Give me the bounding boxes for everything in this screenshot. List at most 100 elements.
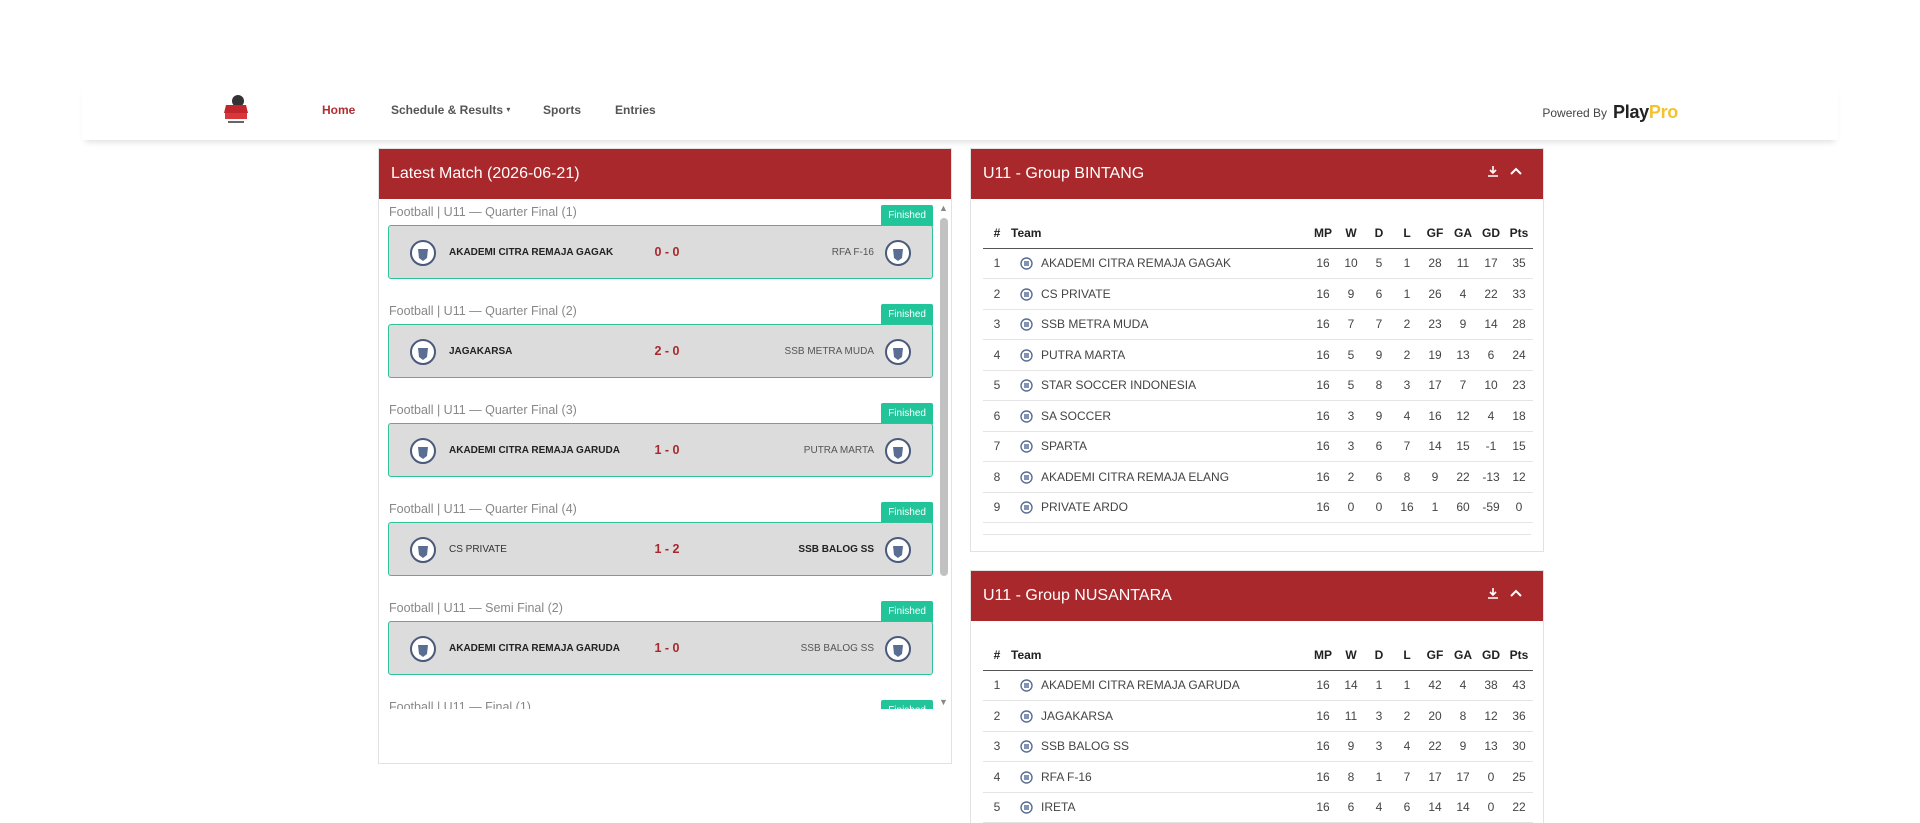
cell-w: 3 [1337, 400, 1365, 432]
table-row[interactable]: 6 SA SOCCER 16 3 9 4 16 12 4 18 [983, 400, 1533, 432]
cell-gd: 12 [1477, 700, 1505, 732]
download-icon[interactable] [1487, 165, 1499, 177]
table-row[interactable]: 2 CS PRIVATE 16 9 6 1 26 4 22 33 [983, 278, 1533, 310]
table-row[interactable]: 5 STAR SOCCER INDONESIA 16 5 8 3 17 7 10 23 [983, 370, 1533, 401]
scroll-thumb[interactable] [940, 218, 948, 576]
column-header-d[interactable]: D [1365, 218, 1393, 249]
cell-d: 0 [1365, 492, 1393, 523]
cell-d: 6 [1365, 461, 1393, 493]
match-score: 0 - 0 [654, 245, 680, 259]
home-team-logo [410, 339, 436, 365]
column-header-gd[interactable]: GD [1477, 640, 1505, 671]
match-list-scrollbar[interactable]: ▲ ▼ [937, 203, 949, 708]
table-row[interactable]: 9 PRIVATE ARDO 16 0 0 16 1 60 -59 0 [983, 492, 1533, 523]
column-header-ga[interactable]: GA [1449, 218, 1477, 249]
column-header-pts[interactable]: Pts [1505, 640, 1533, 671]
scroll-up-icon[interactable]: ▲ [939, 203, 948, 213]
nav-schedule-results[interactable]: Schedule & Results ▾ [391, 103, 510, 117]
column-header-ga[interactable]: GA [1449, 640, 1477, 671]
group-title: U11 - Group BINTANG [983, 165, 1145, 182]
match-item[interactable]: Football | U11 — Quarter Final (2) Finish… [388, 298, 933, 378]
scroll-down-icon[interactable]: ▼ [939, 697, 948, 707]
match-list[interactable]: Football | U11 — Quarter Final (1) Finish… [379, 199, 953, 709]
match-card[interactable]: AKADEMI CITRA REMAJA GARUDA 1 - 0 PUTRA MA… [388, 423, 933, 477]
match-item[interactable]: Football | U11 — Final (1) Finished [388, 694, 933, 709]
nav-entries[interactable]: Entries [615, 103, 656, 117]
cell-gf: 9 [1421, 461, 1449, 493]
team-name: IRETA [1041, 792, 1309, 823]
column-header-d[interactable]: D [1365, 640, 1393, 671]
cell-pts: 24 [1505, 339, 1533, 371]
column-header-l[interactable]: L [1393, 640, 1421, 671]
table-row[interactable]: 7 SPARTA 16 3 6 7 14 15 -1 15 [983, 431, 1533, 462]
column-header-rank[interactable]: # [983, 218, 1011, 249]
cell-mp: 16 [1309, 700, 1337, 732]
cell-mp: 16 [1309, 278, 1337, 310]
column-header-l[interactable]: L [1393, 218, 1421, 249]
table-row[interactable]: 1 AKADEMI CITRA REMAJA GAGAK 16 10 5 1 28 11 17 3… [983, 248, 1533, 279]
column-header-gf[interactable]: GF [1421, 640, 1449, 671]
match-item[interactable]: Football | U11 — Quarter Final (1) Finish… [388, 199, 933, 279]
match-item[interactable]: Football | U11 — Quarter Final (4) Finish… [388, 496, 933, 576]
cell-ga: 7 [1449, 370, 1477, 401]
cell-d: 7 [1365, 309, 1393, 340]
cell-gd: 22 [1477, 278, 1505, 310]
cell-pts: 35 [1505, 248, 1533, 279]
table-row[interactable]: 5 IRETA 16 6 4 6 14 14 0 22 [983, 792, 1533, 823]
match-card[interactable]: JAGAKARSA 2 - 0 SSB METRA MUDA [388, 324, 933, 378]
cell-ga: 14 [1449, 792, 1477, 823]
away-team-logo [885, 339, 911, 365]
column-header-team[interactable]: Team [1011, 640, 1309, 671]
match-item[interactable]: Football | U11 — Quarter Final (3) Finish… [388, 397, 933, 477]
cell-gd: 10 [1477, 370, 1505, 401]
column-header-mp[interactable]: MP [1309, 218, 1337, 249]
table-row[interactable]: 3 SSB BALOG SS 16 9 3 4 22 9 13 30 [983, 731, 1533, 762]
collapse-chevron-icon[interactable] [1509, 165, 1523, 177]
table-row[interactable]: 2 JAGAKARSA 16 11 3 2 20 8 12 36 [983, 700, 1533, 732]
match-item[interactable]: Football | U11 — Semi Final (2) Finished A… [388, 595, 933, 675]
collapse-chevron-icon[interactable] [1509, 587, 1523, 599]
table-row[interactable]: 4 RFA F-16 16 8 1 7 17 17 0 25 [983, 761, 1533, 793]
group-title: U11 - Group NUSANTARA [983, 587, 1172, 604]
match-card[interactable]: AKADEMI CITRA REMAJA GAGAK 0 - 0 RFA F-16 [388, 225, 933, 279]
cell-ga: 17 [1449, 761, 1477, 793]
match-card[interactable]: AKADEMI CITRA REMAJA GARUDA 1 - 0 SSB BALO… [388, 621, 933, 675]
cell-l: 7 [1393, 761, 1421, 793]
column-header-rank[interactable]: # [983, 640, 1011, 671]
team-crest-icon [1019, 740, 1033, 754]
cell-gf: 42 [1421, 670, 1449, 701]
nav-home[interactable]: Home [322, 103, 355, 117]
cell-rank: 4 [983, 339, 1011, 371]
cell-ga: 9 [1449, 309, 1477, 340]
download-icon[interactable] [1487, 587, 1499, 599]
team-name: AKADEMI CITRA REMAJA ELANG [1041, 461, 1309, 493]
cell-l: 16 [1393, 492, 1421, 523]
table-row[interactable]: 8 AKADEMI CITRA REMAJA ELANG 16 2 6 8 9 22 -13 12 [983, 461, 1533, 493]
cell-gf: 22 [1421, 731, 1449, 762]
table-row[interactable]: 1 AKADEMI CITRA REMAJA GARUDA 16 14 1 1 42 4 38 4… [983, 670, 1533, 701]
column-header-team[interactable]: Team [1011, 218, 1309, 249]
column-header-gd[interactable]: GD [1477, 218, 1505, 249]
column-header-w[interactable]: W [1337, 218, 1365, 249]
table-row[interactable]: 4 PUTRA MARTA 16 5 9 2 19 13 6 24 [983, 339, 1533, 371]
away-team-logo [885, 636, 911, 662]
home-team-name: AKADEMI CITRA REMAJA GAGAK [449, 247, 614, 258]
cell-rank: 4 [983, 761, 1011, 793]
column-header-w[interactable]: W [1337, 640, 1365, 671]
playpro-logo[interactable]: PlayPro [1613, 102, 1678, 123]
column-header-gf[interactable]: GF [1421, 218, 1449, 249]
team-name: STAR SOCCER INDONESIA [1041, 370, 1309, 401]
cell-l: 2 [1393, 339, 1421, 371]
cell-w: 3 [1337, 431, 1365, 462]
match-card[interactable]: CS PRIVATE 1 - 2 SSB BALOG SS [388, 522, 933, 576]
table-row[interactable]: 3 SSB METRA MUDA 16 7 7 2 23 9 14 28 [983, 309, 1533, 340]
match-title: Football | U11 — Quarter Final (4) [389, 502, 577, 516]
nav-sports[interactable]: Sports [543, 103, 581, 117]
match-score: 2 - 0 [654, 344, 680, 358]
column-header-pts[interactable]: Pts [1505, 218, 1533, 249]
column-header-mp[interactable]: MP [1309, 640, 1337, 671]
status-badge: Finished [881, 601, 933, 623]
site-logo[interactable] [218, 91, 254, 127]
cell-d: 3 [1365, 731, 1393, 762]
cell-pts: 25 [1505, 761, 1533, 793]
